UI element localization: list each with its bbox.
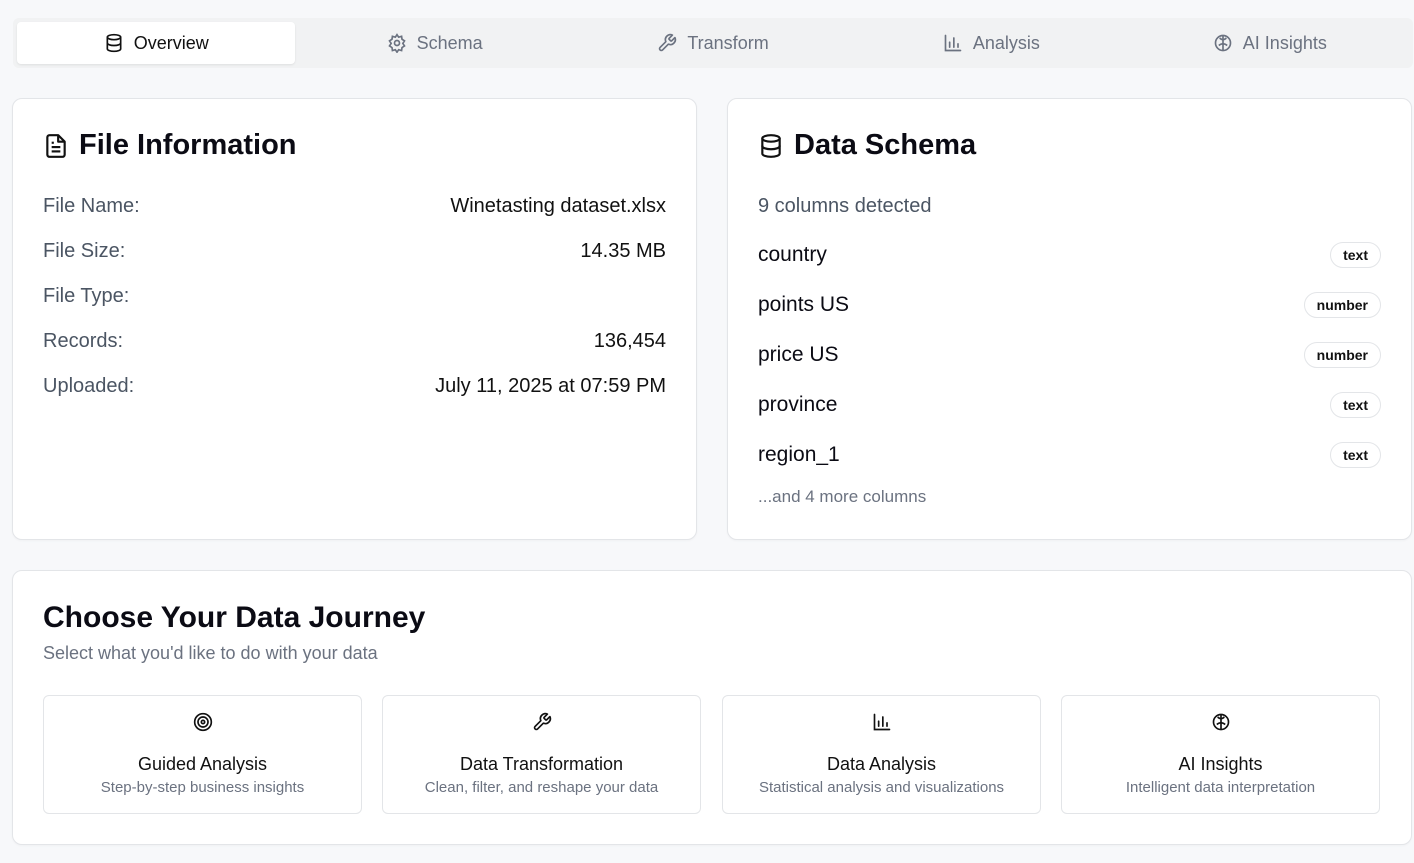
database-icon bbox=[106, 33, 122, 53]
file-name-label: File Name: bbox=[43, 195, 140, 217]
tab-transform-label: Transform bbox=[687, 32, 769, 53]
file-information-title-text: File Information bbox=[79, 129, 297, 161]
uploaded-row: Uploaded: July 11, 2025 at 07:59 PM bbox=[43, 375, 666, 398]
tab-schema-label: Schema bbox=[416, 32, 483, 53]
file-size-label: File Size: bbox=[43, 240, 126, 262]
data-schema-card: Data Schema 9 columns detected country t… bbox=[727, 98, 1412, 540]
file-name-row: File Name: Winetasting dataset.xlsx bbox=[43, 195, 666, 218]
column-type-badge: text bbox=[1330, 392, 1381, 418]
file-type-row: File Type: bbox=[43, 285, 666, 308]
tab-transform[interactable]: Transform bbox=[574, 22, 852, 64]
bar-chart-icon bbox=[873, 713, 890, 731]
file-information-title: File Information bbox=[43, 129, 297, 162]
tab-ai-insights-label: AI Insights bbox=[1242, 32, 1327, 53]
data-journey-card: Choose Your Data Journey Select what you… bbox=[12, 570, 1412, 845]
brain-icon bbox=[1212, 713, 1229, 731]
tab-analysis-label: Analysis bbox=[972, 32, 1040, 53]
data-schema-title-text: Data Schema bbox=[794, 129, 977, 161]
column-name: country bbox=[758, 243, 827, 266]
tab-overview[interactable]: Overview bbox=[17, 22, 296, 64]
file-size-row: File Size: 14.35 MB bbox=[43, 240, 666, 263]
tab-schema[interactable]: Schema bbox=[295, 22, 573, 64]
brain-icon bbox=[1214, 34, 1232, 52]
tab-ai-insights[interactable]: AI Insights bbox=[1131, 22, 1409, 64]
column-type-badge: text bbox=[1330, 242, 1381, 268]
data-analysis-option[interactable]: Data Analysis Statistical analysis and v… bbox=[722, 695, 1041, 814]
option-title: Guided Analysis bbox=[137, 754, 268, 774]
wrench-icon bbox=[659, 33, 677, 52]
file-text-icon bbox=[46, 133, 66, 158]
column-name: price US bbox=[758, 343, 839, 366]
tab-analysis[interactable]: Analysis bbox=[852, 22, 1130, 64]
option-description: Intelligent data interpretation bbox=[1125, 779, 1316, 796]
data-transformation-option[interactable]: Data Transformation Clean, filter, and r… bbox=[382, 695, 701, 814]
data-journey-title: Choose Your Data Journey bbox=[43, 601, 426, 634]
option-title: Data Transformation bbox=[459, 754, 624, 774]
tab-bar: Overview Schema Transform Analysis AI In… bbox=[13, 18, 1413, 68]
column-type-badge: number bbox=[1303, 342, 1381, 368]
column-name: points US bbox=[758, 293, 850, 316]
records-row: Records: 136,454 bbox=[43, 330, 666, 353]
records-label: Records: bbox=[43, 330, 124, 352]
option-description: Clean, filter, and reshape your data bbox=[424, 779, 659, 796]
data-journey-subtitle: Select what you'd like to do with your d… bbox=[43, 643, 378, 663]
tab-overview-label: Overview bbox=[133, 32, 209, 53]
column-type-badge: text bbox=[1330, 442, 1381, 468]
option-title: Data Analysis bbox=[826, 754, 937, 774]
column-type-badge: number bbox=[1303, 292, 1381, 318]
column-name: region_1 bbox=[758, 443, 840, 466]
schema-column-row: region_1 text bbox=[758, 440, 1381, 470]
schema-column-row: points US number bbox=[758, 290, 1381, 320]
records-value: 136,454 bbox=[593, 330, 666, 352]
bar-chart-icon bbox=[944, 34, 962, 52]
wrench-icon bbox=[533, 712, 551, 731]
schema-column-row: price US number bbox=[758, 340, 1381, 370]
guided-analysis-option[interactable]: Guided Analysis Step-by-step business in… bbox=[43, 695, 362, 814]
more-columns-note: ...and 4 more columns bbox=[758, 487, 927, 506]
gear-icon bbox=[387, 33, 406, 53]
uploaded-label: Uploaded: bbox=[43, 375, 135, 397]
uploaded-value: July 11, 2025 at 07:59 PM bbox=[435, 375, 666, 397]
schema-column-row: country text bbox=[758, 240, 1381, 270]
file-size-value: 14.35 MB bbox=[580, 240, 666, 262]
option-title: AI Insights bbox=[1178, 754, 1263, 774]
target-icon bbox=[193, 712, 212, 732]
option-description: Statistical analysis and visualizations bbox=[758, 779, 1005, 796]
database-icon bbox=[761, 133, 781, 158]
ai-insights-option[interactable]: AI Insights Intelligent data interpretat… bbox=[1061, 695, 1380, 814]
option-description: Step-by-step business insights bbox=[100, 779, 305, 796]
schema-column-row: province text bbox=[758, 390, 1381, 420]
data-schema-title: Data Schema bbox=[758, 129, 976, 162]
column-name: province bbox=[758, 393, 838, 416]
file-information-card: File Information File Name: Winetasting … bbox=[12, 98, 697, 540]
file-name-value: Winetasting dataset.xlsx bbox=[450, 195, 666, 217]
columns-detected-count: 9 columns detected bbox=[758, 195, 932, 217]
file-type-label: File Type: bbox=[43, 285, 130, 307]
